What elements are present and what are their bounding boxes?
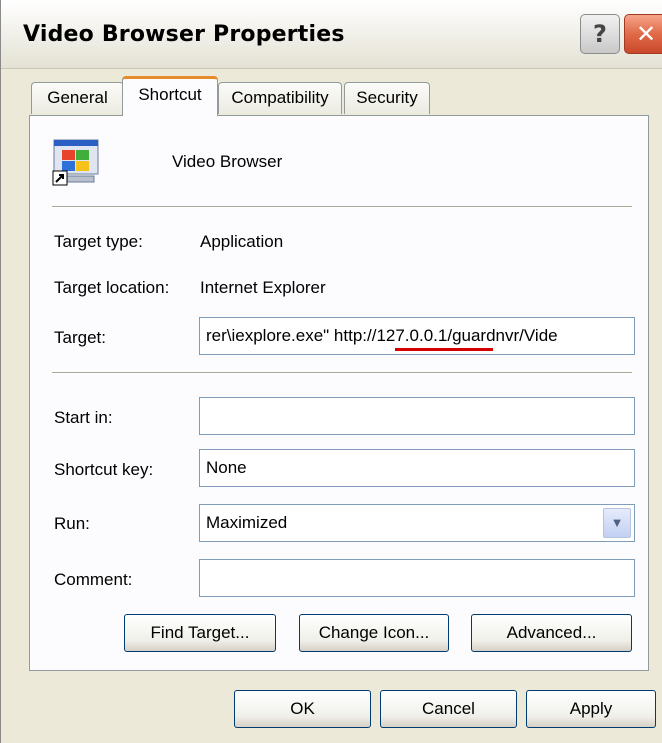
run-select-value: Maximized [206,513,288,532]
shortcut-name: Video Browser [172,152,283,171]
start-in-input[interactable] [199,397,635,435]
tab-compatibility[interactable]: Compatibility [218,82,342,114]
divider [52,372,632,374]
target-location-value: Internet Explorer [200,278,326,297]
shortcut-key-label: Shortcut key: [54,460,154,479]
target-location-label: Target location: [54,278,170,297]
comment-label: Comment: [54,570,133,589]
divider [52,206,632,208]
target-url-highlight [395,348,493,351]
help-button[interactable]: ? [580,14,620,54]
tab-compatibility-label: Compatibility [231,88,329,107]
close-button[interactable]: ✕ [624,14,662,54]
properties-dialog: Video Browser Properties ? ✕ General Sho… [0,0,662,743]
close-icon: ✕ [635,20,657,48]
tab-general[interactable]: General [31,82,124,114]
apply-button[interactable]: Apply [526,690,656,728]
target-type-value: Application [200,232,284,251]
chevron-down-icon[interactable]: ▼ [603,508,631,538]
tab-general-label: General [47,88,108,107]
run-label: Run: [54,514,90,533]
comment-input[interactable] [199,559,635,597]
tab-shortcut[interactable]: Shortcut [122,76,218,116]
tab-security-label: Security [356,88,418,107]
target-label: Target: [54,328,106,347]
ok-button[interactable]: OK [234,690,371,728]
tab-security[interactable]: Security [344,82,430,114]
run-select[interactable]: Maximized ▼ [199,504,635,542]
window-title: Video Browser Properties [23,22,345,47]
target-type-label: Target type: [54,232,143,251]
cancel-button[interactable]: Cancel [380,690,517,728]
title-bar[interactable]: Video Browser Properties ? ✕ [1,0,662,69]
advanced-button[interactable]: Advanced... [471,614,632,652]
shortcut-tab-panel: Video Browser Target type: Application T… [29,115,649,671]
tab-shortcut-label: Shortcut [138,85,202,104]
start-in-label: Start in: [54,408,113,427]
internet-explorer-shortcut-icon [52,139,99,186]
change-icon-button[interactable]: Change Icon... [299,614,449,652]
find-target-button[interactable]: Find Target... [124,614,276,652]
shortcut-key-input[interactable]: None [199,449,635,487]
help-icon: ? [593,20,607,48]
